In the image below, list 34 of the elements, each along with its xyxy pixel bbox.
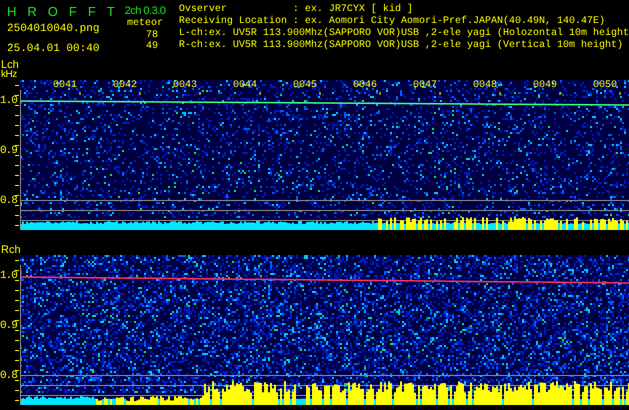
title-letter: T (106, 4, 115, 20)
time-label: 0046 (353, 80, 378, 92)
meteor-label: meteor (126, 18, 163, 30)
time-label: 0048 (473, 80, 498, 92)
time-label: 0042 (113, 80, 138, 92)
axis-label: 0.8 (0, 370, 17, 382)
datetime-text: 25.04.01 00:40 (7, 42, 100, 56)
info-value: : ex. Aomori City Aomori-Pref.JAPAN(40.49N, 140.47E) (292, 16, 605, 28)
time-label: 0047 (413, 80, 438, 92)
time-label: 0049 (533, 80, 558, 92)
time-label: 0043 (173, 80, 198, 92)
title-letter: O (48, 4, 58, 20)
title-letter: R (27, 4, 37, 20)
unit-label: kHz (1, 70, 18, 80)
time-label: 0041 (53, 80, 78, 92)
info-label: Receiving Location (178, 16, 288, 28)
info-value: : ex. JR7CYX [ kid ] (292, 4, 413, 16)
title-letter: H (7, 4, 16, 20)
info-label: Ovserver (178, 4, 228, 16)
axis-label: 1.0 (0, 270, 17, 282)
filename-text: 2504010040.png (7, 22, 100, 36)
title-letter: F (68, 4, 77, 20)
axis-label: 1.0 (0, 95, 17, 107)
axis-label: 0.9 (0, 320, 17, 332)
axis-label: 0.9 (0, 145, 17, 157)
channel-info-text: R-ch:ex. UV5R 113.900Mhz(SAPPORO VOR)USB ,2-ele yagi (Vertical 10m height) (178, 40, 624, 52)
title-letter: F (88, 4, 96, 20)
meteor-count: 78 (146, 30, 158, 41)
meteor-count: 49 (146, 41, 158, 52)
version-text: 2ch 0.3.0 (124, 4, 166, 18)
channel-label: Rch (1, 245, 22, 255)
axis-label: 0.8 (0, 195, 17, 207)
channel-label: Lch (1, 60, 20, 70)
channel-info-text: L-ch:ex. UV5R 113.900Mhz(SAPPORO VOR)USB ,2-ele yagi (Holozontal 10m height (178, 28, 629, 40)
